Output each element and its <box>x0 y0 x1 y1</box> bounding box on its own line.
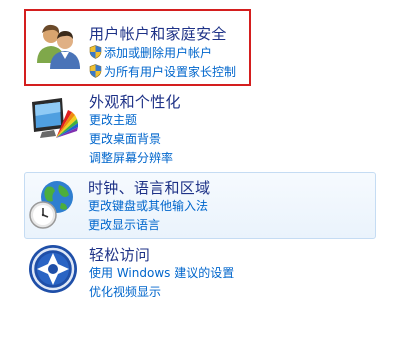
add-remove-accounts-link[interactable]: 添加或删除用户帐户 <box>89 44 212 61</box>
uac-shield-icon <box>89 45 102 59</box>
change-theme-link[interactable]: 更改主题 <box>89 111 137 128</box>
change-keyboard-input-link[interactable]: 更改键盘或其他输入法 <box>88 197 208 214</box>
category-title[interactable]: 用户帐户和家庭安全 <box>89 23 227 44</box>
adjust-resolution-link[interactable]: 调整屏幕分辨率 <box>89 149 173 166</box>
category-user-accounts[interactable]: 用户帐户和家庭安全 添加或删除用户帐户 为所有用户设置家长控制 <box>24 9 251 86</box>
category-clock-language-region[interactable]: 时钟、语言和区域 更改键盘或其他输入法 更改显示语言 <box>24 172 376 239</box>
control-panel-category-view: 用户帐户和家庭安全 添加或删除用户帐户 为所有用户设置家长控制 外观和个性化 更… <box>0 0 406 343</box>
globe-clock-icon <box>29 181 73 229</box>
optimize-visual-display-link[interactable]: 优化视频显示 <box>89 283 161 300</box>
category-title[interactable]: 轻松访问 <box>89 244 150 265</box>
ease-of-access-icon <box>29 245 77 293</box>
category-ease-of-access[interactable]: 轻松访问 使用 Windows 建议的设置 优化视频显示 <box>24 240 376 310</box>
use-recommended-settings-link[interactable]: 使用 Windows 建议的设置 <box>89 264 234 281</box>
change-desktop-background-link[interactable]: 更改桌面背景 <box>89 130 161 147</box>
users-family-icon <box>37 24 80 69</box>
category-appearance[interactable]: 外观和个性化 更改主题 更改桌面背景 调整屏幕分辨率 <box>24 88 376 168</box>
parental-controls-link[interactable]: 为所有用户设置家长控制 <box>89 63 236 80</box>
change-display-language-link[interactable]: 更改显示语言 <box>88 216 160 233</box>
monitor-palette-icon <box>32 98 78 138</box>
category-title[interactable]: 时钟、语言和区域 <box>88 177 210 198</box>
link-label[interactable]: 为所有用户设置家长控制 <box>104 65 236 79</box>
link-label[interactable]: 添加或删除用户帐户 <box>104 46 212 60</box>
category-title[interactable]: 外观和个性化 <box>89 91 181 112</box>
uac-shield-icon <box>89 64 102 78</box>
